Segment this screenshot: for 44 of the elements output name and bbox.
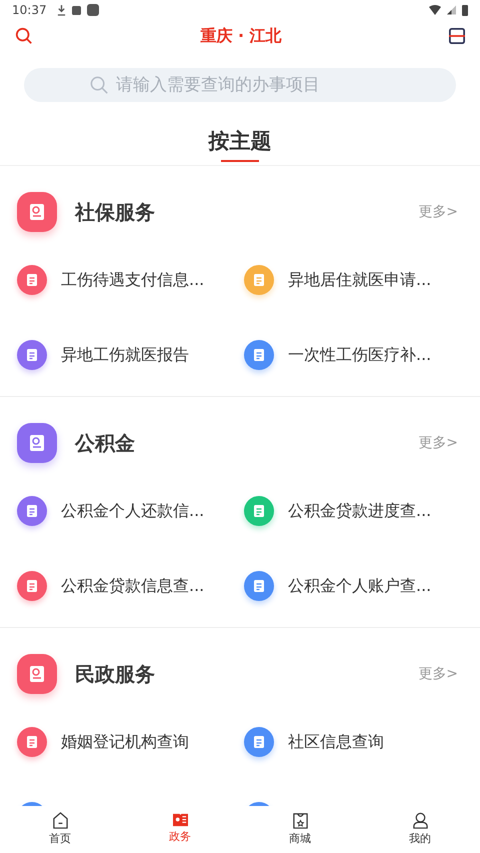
service-icon[interactable] (17, 496, 47, 526)
section-title: 社保服务 (75, 198, 156, 226)
service-label[interactable]: 公积金个人还款信... (61, 496, 204, 526)
service-label[interactable]: 工伤待遇支付信息... (61, 265, 204, 295)
service-label[interactable]: 一次性工伤医疗补... (288, 340, 432, 370)
service-icon[interactable] (244, 727, 274, 757)
service-label[interactable]: 公积金个人账户查... (288, 571, 432, 601)
book-icon (172, 812, 188, 827)
service-label[interactable]: 公积金贷款进度查... (288, 496, 432, 526)
search-icon (90, 76, 109, 95)
search-field[interactable]: 请输入需要查询的办事项目 (24, 68, 456, 102)
download-icon (56, 4, 66, 16)
service-label[interactable]: 异地工伤就医报告 (61, 340, 189, 370)
signal-icon (447, 5, 456, 15)
theme-tab[interactable]: 按主题 (208, 127, 272, 155)
service-icon[interactable] (17, 727, 47, 757)
app-notification-icon (72, 6, 81, 14)
section-title: 公积金 (75, 430, 136, 456)
service-icon[interactable] (17, 265, 47, 295)
service-label[interactable]: 公积金贷款信息查... (61, 571, 204, 601)
service-icon[interactable] (244, 496, 274, 526)
app-title: 重庆 · 江北 (200, 26, 282, 46)
wifi-icon (429, 5, 441, 15)
nav-tab[interactable]: 政务 (120, 806, 240, 851)
app-notification-icon (86, 4, 99, 16)
service-icon[interactable] (244, 340, 274, 370)
status-time: 10:37 (12, 3, 47, 17)
service-icon[interactable] (244, 571, 274, 601)
service-label[interactable]: 社区信息查询 (288, 727, 384, 757)
service-label[interactable]: 婚姻登记机构查询 (61, 727, 189, 757)
scan-icon[interactable] (449, 28, 465, 44)
section-title: 民政服务 (75, 660, 156, 688)
nav-tab[interactable]: 首页 (0, 806, 120, 851)
home-icon (52, 812, 68, 829)
nav-tab[interactable]: 我的 (360, 806, 480, 851)
person-icon (412, 812, 428, 829)
shopping-bag-icon (292, 812, 308, 829)
service-label[interactable]: 异地居住就医申请... (288, 265, 432, 295)
search-icon[interactable] (15, 27, 33, 45)
service-icon[interactable] (17, 340, 47, 370)
service-icon[interactable] (17, 571, 47, 601)
battery-icon (462, 4, 468, 16)
nav-tab[interactable]: 商城 (240, 806, 360, 851)
service-icon[interactable] (244, 265, 274, 295)
